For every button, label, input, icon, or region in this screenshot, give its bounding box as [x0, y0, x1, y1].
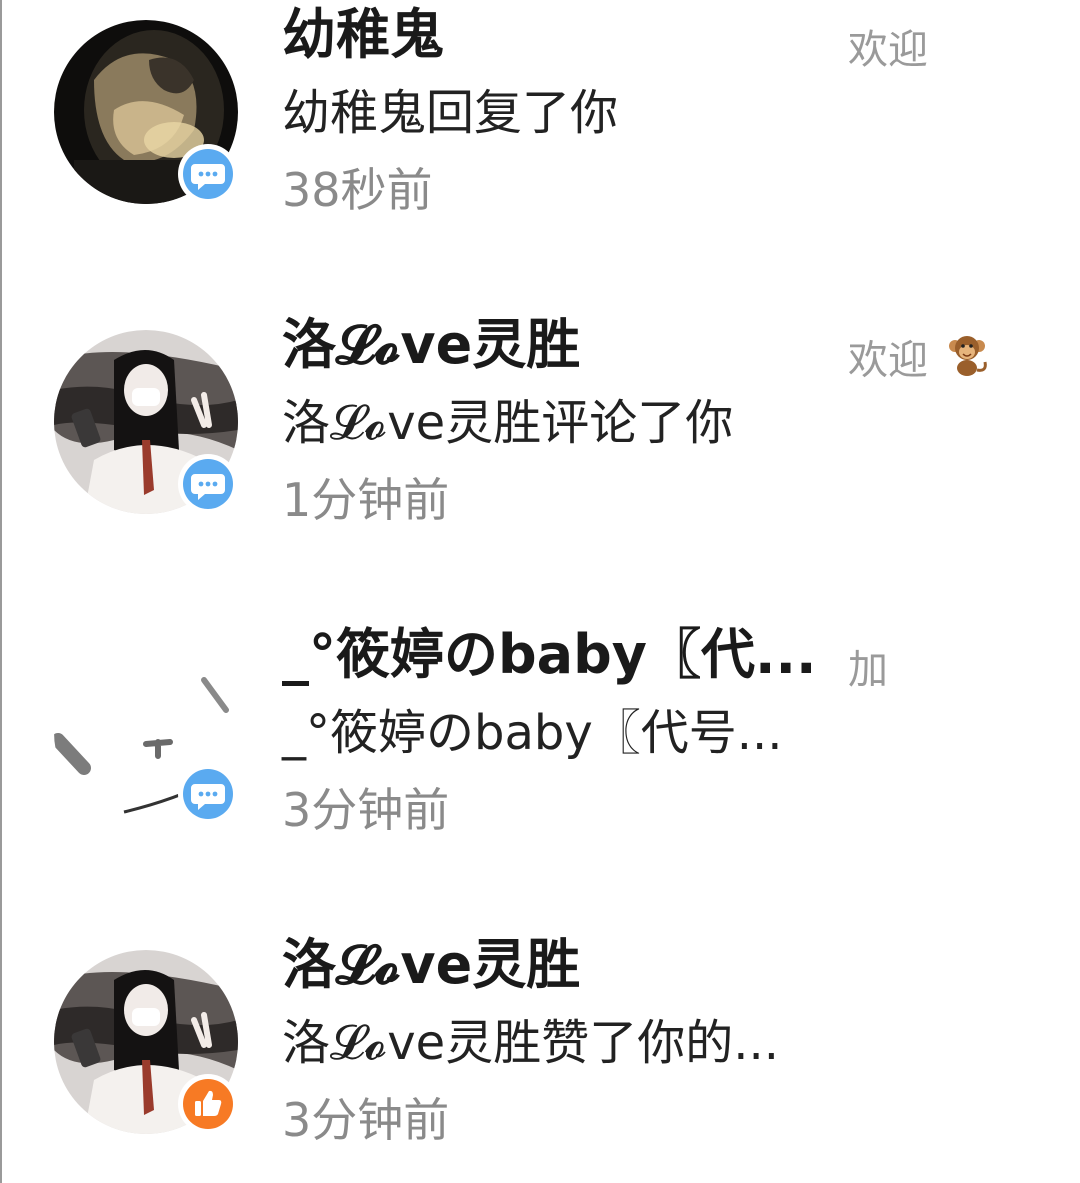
badge	[178, 1074, 238, 1134]
thumbs-up-icon	[183, 1079, 233, 1129]
avatar-wrapper[interactable]	[54, 20, 238, 204]
comment-icon	[183, 459, 233, 509]
notification-item[interactable]: 洛𝓛𝓸ve灵胜 洛𝓛𝓸ve灵胜赞了你的... 3分钟前	[2, 930, 1080, 1183]
content-preview[interactable]: 欢迎	[848, 22, 928, 78]
comment-icon	[183, 769, 233, 819]
notification-item[interactable]: _°筱婷のbaby〖代... _°筱婷のbaby〖代号... 3分钟前 加	[2, 620, 1080, 920]
badge	[178, 144, 238, 204]
notification-message[interactable]: 幼稚鬼回复了你	[282, 80, 618, 146]
timestamp: 3分钟前	[282, 1093, 450, 1147]
content-preview-text: 加	[848, 647, 888, 693]
notification-list: 幼稚鬼 幼稚鬼回复了你 38秒前 欢迎 洛𝓛𝓸ve灵胜 洛𝓛𝓸ve灵胜评论了你 …	[0, 0, 1080, 1183]
comment-icon	[183, 149, 233, 199]
sender-name[interactable]: _°筱婷のbaby〖代...	[282, 620, 817, 690]
sender-name[interactable]: 幼稚鬼	[282, 0, 444, 70]
timestamp: 1分钟前	[282, 473, 450, 527]
timestamp: 38秒前	[282, 163, 433, 217]
badge	[178, 764, 238, 824]
notification-message[interactable]: _°筱婷のbaby〖代号...	[282, 700, 783, 766]
content-preview-text: 欢迎	[848, 27, 928, 73]
notification-message[interactable]: 洛𝓛𝓸ve灵胜赞了你的...	[282, 1010, 779, 1076]
notification-message[interactable]: 洛𝓛𝓸ve灵胜评论了你	[282, 390, 733, 456]
timestamp: 3分钟前	[282, 783, 450, 837]
content-preview[interactable]: 欢迎	[848, 332, 991, 393]
badge	[178, 454, 238, 514]
notification-item[interactable]: 洛𝓛𝓸ve灵胜 洛𝓛𝓸ve灵胜评论了你 1分钟前 欢迎	[2, 310, 1080, 610]
avatar-wrapper[interactable]	[54, 640, 238, 824]
sender-name[interactable]: 洛𝓛𝓸ve灵胜	[282, 930, 580, 1000]
avatar-wrapper[interactable]	[54, 950, 238, 1134]
content-preview-text: 欢迎	[848, 337, 928, 384]
avatar-wrapper[interactable]	[54, 330, 238, 514]
notification-item[interactable]: 幼稚鬼 幼稚鬼回复了你 38秒前 欢迎	[2, 0, 1080, 300]
content-preview[interactable]: 加	[848, 642, 888, 698]
sender-name[interactable]: 洛𝓛𝓸ve灵胜	[282, 310, 580, 380]
monkey-icon	[945, 332, 991, 393]
